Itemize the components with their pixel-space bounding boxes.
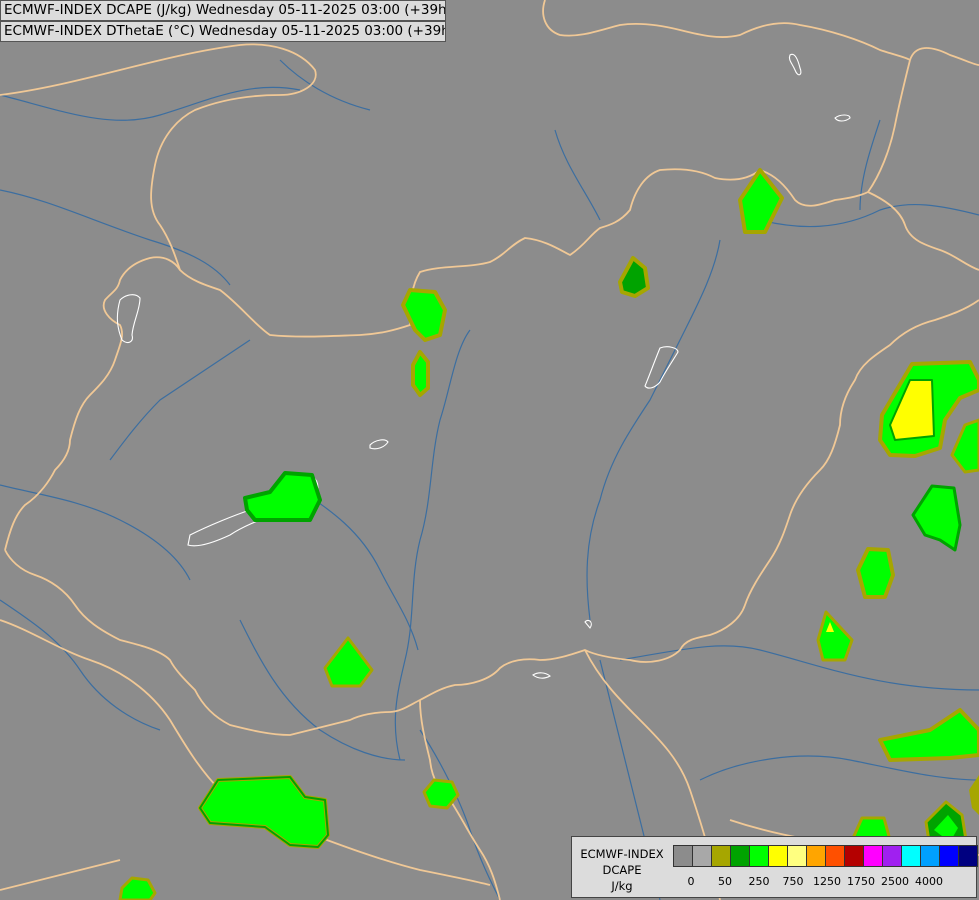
legend-tick-label: 1750 bbox=[847, 875, 875, 888]
legend-swatch bbox=[901, 845, 921, 867]
legend-swatch bbox=[787, 845, 807, 867]
legend-swatch bbox=[863, 845, 883, 867]
legend-ticks: 0 50 250 750 1250 1750 2500 4000 bbox=[673, 875, 973, 891]
legend-swatch bbox=[939, 845, 959, 867]
map-title-dcape: ECMWF-INDEX DCAPE (J/kg) Wednesday 05-11… bbox=[0, 0, 446, 21]
legend-tick-label: 750 bbox=[782, 875, 804, 888]
legend-swatches bbox=[673, 845, 978, 867]
legend-swatch bbox=[711, 845, 731, 867]
legend-swatch bbox=[806, 845, 826, 867]
legend-swatch bbox=[844, 845, 864, 867]
legend-tick-label: 50 bbox=[718, 875, 732, 888]
weather-map bbox=[0, 0, 979, 900]
legend-label-unit: J/kg bbox=[611, 879, 633, 893]
legend-swatch bbox=[673, 845, 693, 867]
legend-swatch bbox=[768, 845, 788, 867]
legend-tick-label: 4000 bbox=[915, 875, 943, 888]
legend-tick-label: 1250 bbox=[813, 875, 841, 888]
legend-label-model: ECMWF-INDEX bbox=[580, 847, 664, 861]
legend-swatch bbox=[882, 845, 902, 867]
map-title-dthetae: ECMWF-INDEX DThetaE (°C) Wednesday 05-11… bbox=[0, 21, 446, 42]
legend-swatch bbox=[692, 845, 712, 867]
legend-label-variable: DCAPE bbox=[602, 863, 642, 877]
legend-swatch bbox=[749, 845, 769, 867]
legend-tick-label: 0 bbox=[687, 875, 695, 888]
legend-swatch bbox=[958, 845, 978, 867]
legend-label: ECMWF-INDEX DCAPE J/kg bbox=[576, 846, 668, 894]
field-cell bbox=[856, 547, 895, 599]
color-legend: ECMWF-INDEX DCAPE J/kg 0 50 250 750 1250 1750… bbox=[571, 836, 978, 898]
legend-swatch bbox=[825, 845, 845, 867]
field-cell bbox=[411, 350, 430, 397]
legend-swatch bbox=[920, 845, 940, 867]
legend-swatch bbox=[730, 845, 750, 867]
legend-tick-label: 2500 bbox=[881, 875, 909, 888]
legend-tick-label: 250 bbox=[748, 875, 770, 888]
